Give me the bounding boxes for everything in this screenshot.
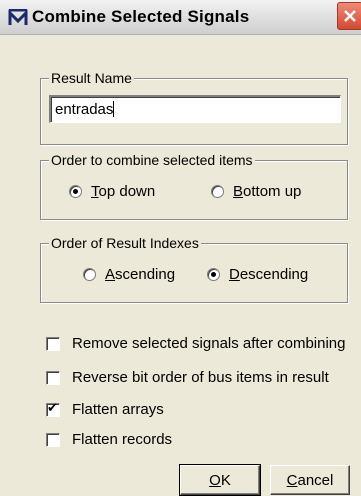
ok-button[interactable]: OK bbox=[179, 464, 261, 496]
result-name-value: entradas bbox=[55, 101, 114, 118]
ok-button-label: OK bbox=[209, 471, 231, 489]
radio-bottom-up-label: Bottom up bbox=[233, 183, 302, 200]
radio-descending-indicator[interactable] bbox=[207, 268, 220, 281]
checkbox-reverse-bit-order[interactable]: Reverse bit order of bus items in result bbox=[46, 369, 329, 386]
checkbox-remove-selected[interactable]: Remove selected signals after combining bbox=[46, 335, 345, 352]
close-x-icon bbox=[344, 10, 356, 22]
radio-descending[interactable]: Descending bbox=[207, 266, 308, 283]
radio-top-down[interactable]: Top down bbox=[69, 183, 155, 200]
cancel-button-label: Cancel bbox=[286, 471, 334, 489]
checkbox-flatten-arrays-label: Flatten arrays bbox=[72, 401, 164, 418]
radio-ascending-label: Ascending bbox=[105, 266, 176, 283]
combine-order-group: Order to combine selected items Top down… bbox=[40, 152, 348, 220]
dialog-body: Result Name entradas Order to combine se… bbox=[4, 35, 361, 496]
checkbox-flatten-records-label: Flatten records bbox=[72, 431, 173, 448]
checkbox-remove-selected-label: Remove selected signals after combining bbox=[72, 335, 346, 352]
radio-bottom-up-indicator[interactable] bbox=[211, 185, 224, 198]
radio-top-down-indicator[interactable] bbox=[69, 185, 82, 198]
title-bar[interactable]: Combine Selected Signals bbox=[0, 0, 361, 35]
radio-descending-label: Descending bbox=[229, 266, 309, 283]
text-caret bbox=[113, 101, 115, 117]
index-order-group: Order of Result Indexes Ascending Descen… bbox=[40, 235, 348, 303]
radio-ascending-indicator[interactable] bbox=[83, 268, 96, 281]
checkbox-flatten-records[interactable]: Flatten records bbox=[46, 431, 172, 448]
result-name-label: Result Name bbox=[49, 70, 134, 86]
result-name-input[interactable]: entradas bbox=[49, 95, 341, 123]
checkbox-reverse-bit-order-box[interactable] bbox=[46, 370, 60, 385]
checkbox-flatten-records-box[interactable] bbox=[46, 432, 60, 447]
combine-signals-dialog: Combine Selected Signals Result Name ent… bbox=[0, 0, 361, 496]
checkbox-flatten-arrays-box[interactable] bbox=[46, 401, 60, 417]
radio-top-down-label: Top down bbox=[91, 183, 156, 200]
result-name-group: Result Name entradas bbox=[40, 70, 348, 145]
checkbox-remove-selected-box[interactable] bbox=[46, 336, 60, 351]
checkbox-flatten-arrays[interactable]: Flatten arrays bbox=[46, 401, 164, 418]
close-button[interactable] bbox=[337, 2, 361, 30]
cancel-button[interactable]: Cancel bbox=[270, 465, 350, 495]
window-title: Combine Selected Signals bbox=[32, 7, 250, 26]
waveform-app-icon bbox=[8, 8, 28, 26]
radio-ascending[interactable]: Ascending bbox=[83, 266, 175, 283]
index-order-label: Order of Result Indexes bbox=[49, 235, 201, 251]
checkbox-reverse-bit-order-label: Reverse bit order of bus items in result bbox=[72, 369, 329, 386]
combine-order-label: Order to combine selected items bbox=[49, 152, 255, 168]
radio-bottom-up[interactable]: Bottom up bbox=[211, 183, 301, 200]
